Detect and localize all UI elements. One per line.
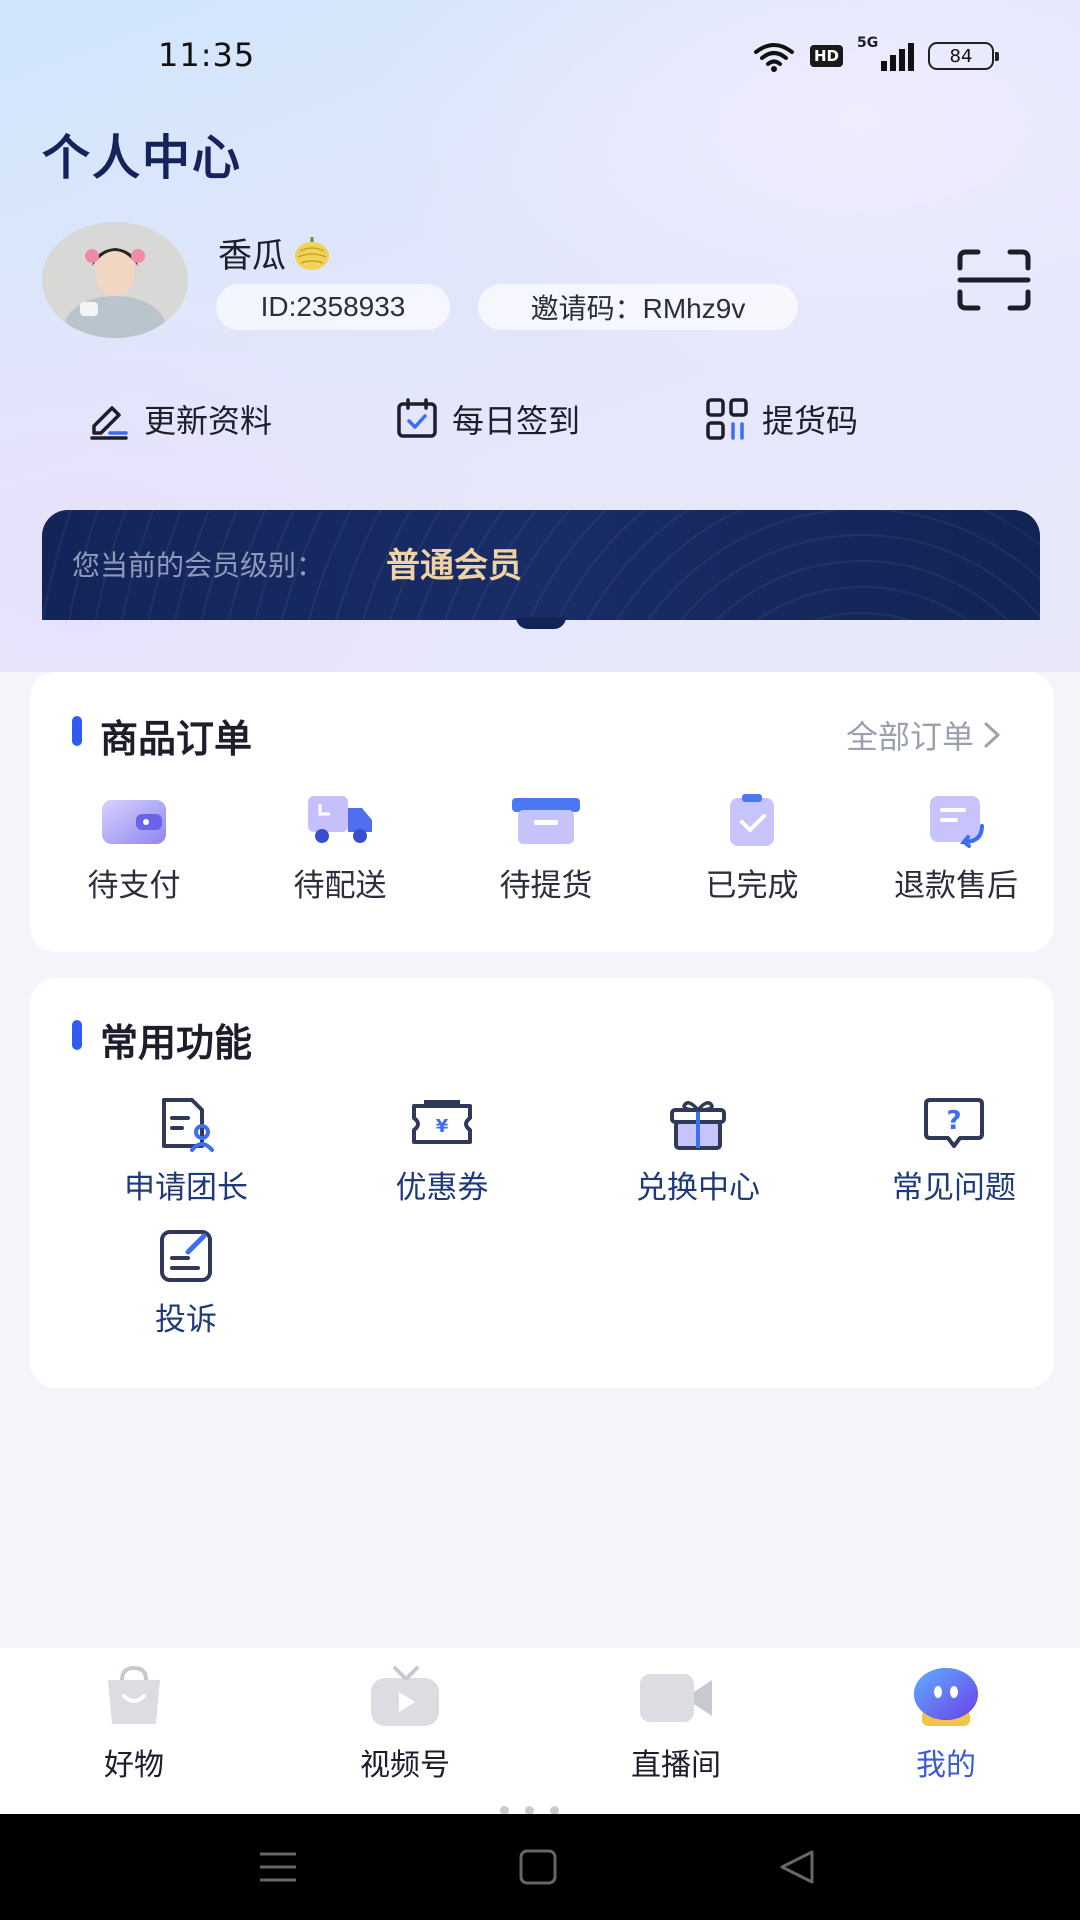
menu-button[interactable] — [248, 1844, 308, 1890]
coupon-button[interactable]: ¥ 优惠券 — [332, 1096, 552, 1207]
all-orders-label: 全部订单 — [845, 718, 974, 756]
svg-text:?: ? — [946, 1106, 961, 1136]
video-camera-icon — [640, 1674, 712, 1722]
tab-goods[interactable]: 好物 — [34, 1666, 234, 1784]
username: 香瓜 — [218, 228, 332, 277]
tab-mine[interactable]: 我的 — [846, 1666, 1046, 1784]
complaint-icon — [160, 1230, 212, 1282]
tab-video-channel[interactable]: 视频号 — [305, 1666, 505, 1784]
coupon-label: 优惠券 — [395, 1170, 489, 1206]
bottom-tab-bar: 好物 视频号 直播间 我的 — [0, 1648, 1080, 1814]
member-level-banner[interactable]: 您当前的会员级别： 普通会员 — [42, 510, 1040, 620]
status-icons: HD 5G 84 — [752, 35, 999, 76]
member-level-value: 普通会员 — [386, 546, 522, 586]
tab-live-room-label: 直播间 — [631, 1748, 721, 1783]
avatar[interactable] — [42, 222, 188, 338]
order-pending-pickup[interactable]: 待提货 — [456, 792, 636, 905]
box-icon — [512, 798, 580, 844]
update-profile-button[interactable]: 更新资料 — [86, 396, 272, 442]
menu-icon — [260, 1852, 296, 1882]
order-completed-label: 已完成 — [705, 868, 799, 904]
member-level-label: 您当前的会员级别： — [72, 549, 325, 582]
title-accent-bar — [72, 716, 82, 746]
order-pending-delivery-label: 待配送 — [293, 868, 387, 904]
tab-mine-label: 我的 — [916, 1748, 976, 1783]
wifi-icon — [753, 43, 794, 72]
tv-icon — [371, 1666, 439, 1726]
orders-card: 商品订单 全部订单 待支付 待配送 待提货 已完成 退款售后 — [30, 672, 1054, 952]
coupon-icon: ¥ — [412, 1100, 472, 1144]
scan-icon — [957, 249, 1031, 311]
apply-leader-button[interactable]: 申请团长 — [76, 1096, 296, 1207]
home-button[interactable] — [508, 1844, 568, 1890]
page-title: 个人中心 — [42, 130, 243, 186]
shopping-bag-icon — [108, 1666, 160, 1724]
faq-label: 常见问题 — [892, 1170, 1016, 1206]
tab-live-room[interactable]: 直播间 — [576, 1666, 776, 1784]
daily-checkin-button[interactable]: 每日签到 — [394, 396, 580, 442]
quick-actions: 更新资料 每日签到 提货码 — [0, 396, 1080, 452]
exchange-center-label: 兑换中心 — [636, 1170, 760, 1206]
chevron-right-icon — [984, 722, 1000, 748]
signal-icon: 5G — [857, 35, 914, 71]
status-time: 11:35 — [158, 36, 256, 74]
order-pending-payment-label: 待支付 — [87, 868, 181, 904]
apply-leader-icon — [162, 1098, 214, 1152]
faq-icon: ? — [924, 1098, 984, 1148]
gift-icon — [670, 1101, 726, 1150]
calendar-check-icon — [397, 398, 437, 438]
title-accent-bar — [72, 1020, 82, 1050]
order-pending-payment[interactable]: 待支付 — [44, 792, 224, 905]
home-square-icon — [519, 1849, 557, 1885]
status-bar: 11:35 HD 5G 84 — [0, 0, 1080, 110]
username-text: 香瓜 — [218, 236, 286, 276]
functions-title: 常用功能 — [100, 1021, 253, 1065]
functions-card: 常用功能 申请团长 ¥ 优惠券 兑换中心 ? 常见问题 投诉 — [30, 978, 1054, 1388]
melon-icon — [295, 236, 329, 270]
apply-leader-label: 申请团长 — [124, 1170, 248, 1206]
truck-icon — [308, 796, 372, 843]
complaint-button[interactable]: 投诉 — [76, 1228, 296, 1339]
update-profile-label: 更新资料 — [144, 402, 273, 440]
battery-icon: 84 — [928, 42, 999, 70]
complaint-label: 投诉 — [155, 1302, 217, 1338]
order-pending-delivery[interactable]: 待配送 — [250, 792, 430, 905]
all-orders-link[interactable]: 全部订单 — [846, 712, 1002, 758]
system-nav-bar — [0, 1814, 1080, 1920]
order-pending-pickup-label: 待提货 — [499, 868, 593, 904]
edit-icon — [90, 406, 128, 440]
order-completed[interactable]: 已完成 — [662, 792, 842, 905]
tab-video-channel-label: 视频号 — [360, 1748, 450, 1783]
pickup-code-label: 提货码 — [762, 402, 859, 440]
exchange-center-button[interactable]: 兑换中心 — [588, 1096, 808, 1207]
order-refund[interactable]: 退款售后 — [866, 792, 1046, 905]
back-triangle-icon — [780, 1850, 814, 1884]
invite-code-pill[interactable]: 邀请码：RMhz9v — [478, 284, 798, 330]
pickup-code-button[interactable]: 提货码 — [704, 396, 858, 442]
tab-goods-label: 好物 — [104, 1748, 164, 1783]
user-id-pill[interactable]: ID:2358933 — [216, 284, 450, 330]
battery-level: 84 — [949, 45, 973, 67]
hd-badge: HD — [809, 45, 843, 67]
orders-title: 商品订单 — [100, 717, 253, 761]
refund-icon — [930, 796, 984, 848]
back-button[interactable] — [768, 1844, 828, 1890]
scan-button[interactable] — [956, 248, 1032, 312]
banner-notch — [516, 617, 566, 629]
qrcode-icon — [706, 398, 748, 440]
network-type: 5G — [857, 35, 879, 51]
faq-button[interactable]: ? 常见问题 — [844, 1096, 1064, 1207]
clipboard-check-icon — [730, 794, 774, 846]
order-refund-label: 退款售后 — [894, 868, 1018, 904]
daily-checkin-label: 每日签到 — [452, 402, 581, 440]
svg-text:¥: ¥ — [436, 1116, 449, 1137]
wallet-icon — [102, 800, 166, 844]
mascot-icon — [914, 1668, 978, 1726]
